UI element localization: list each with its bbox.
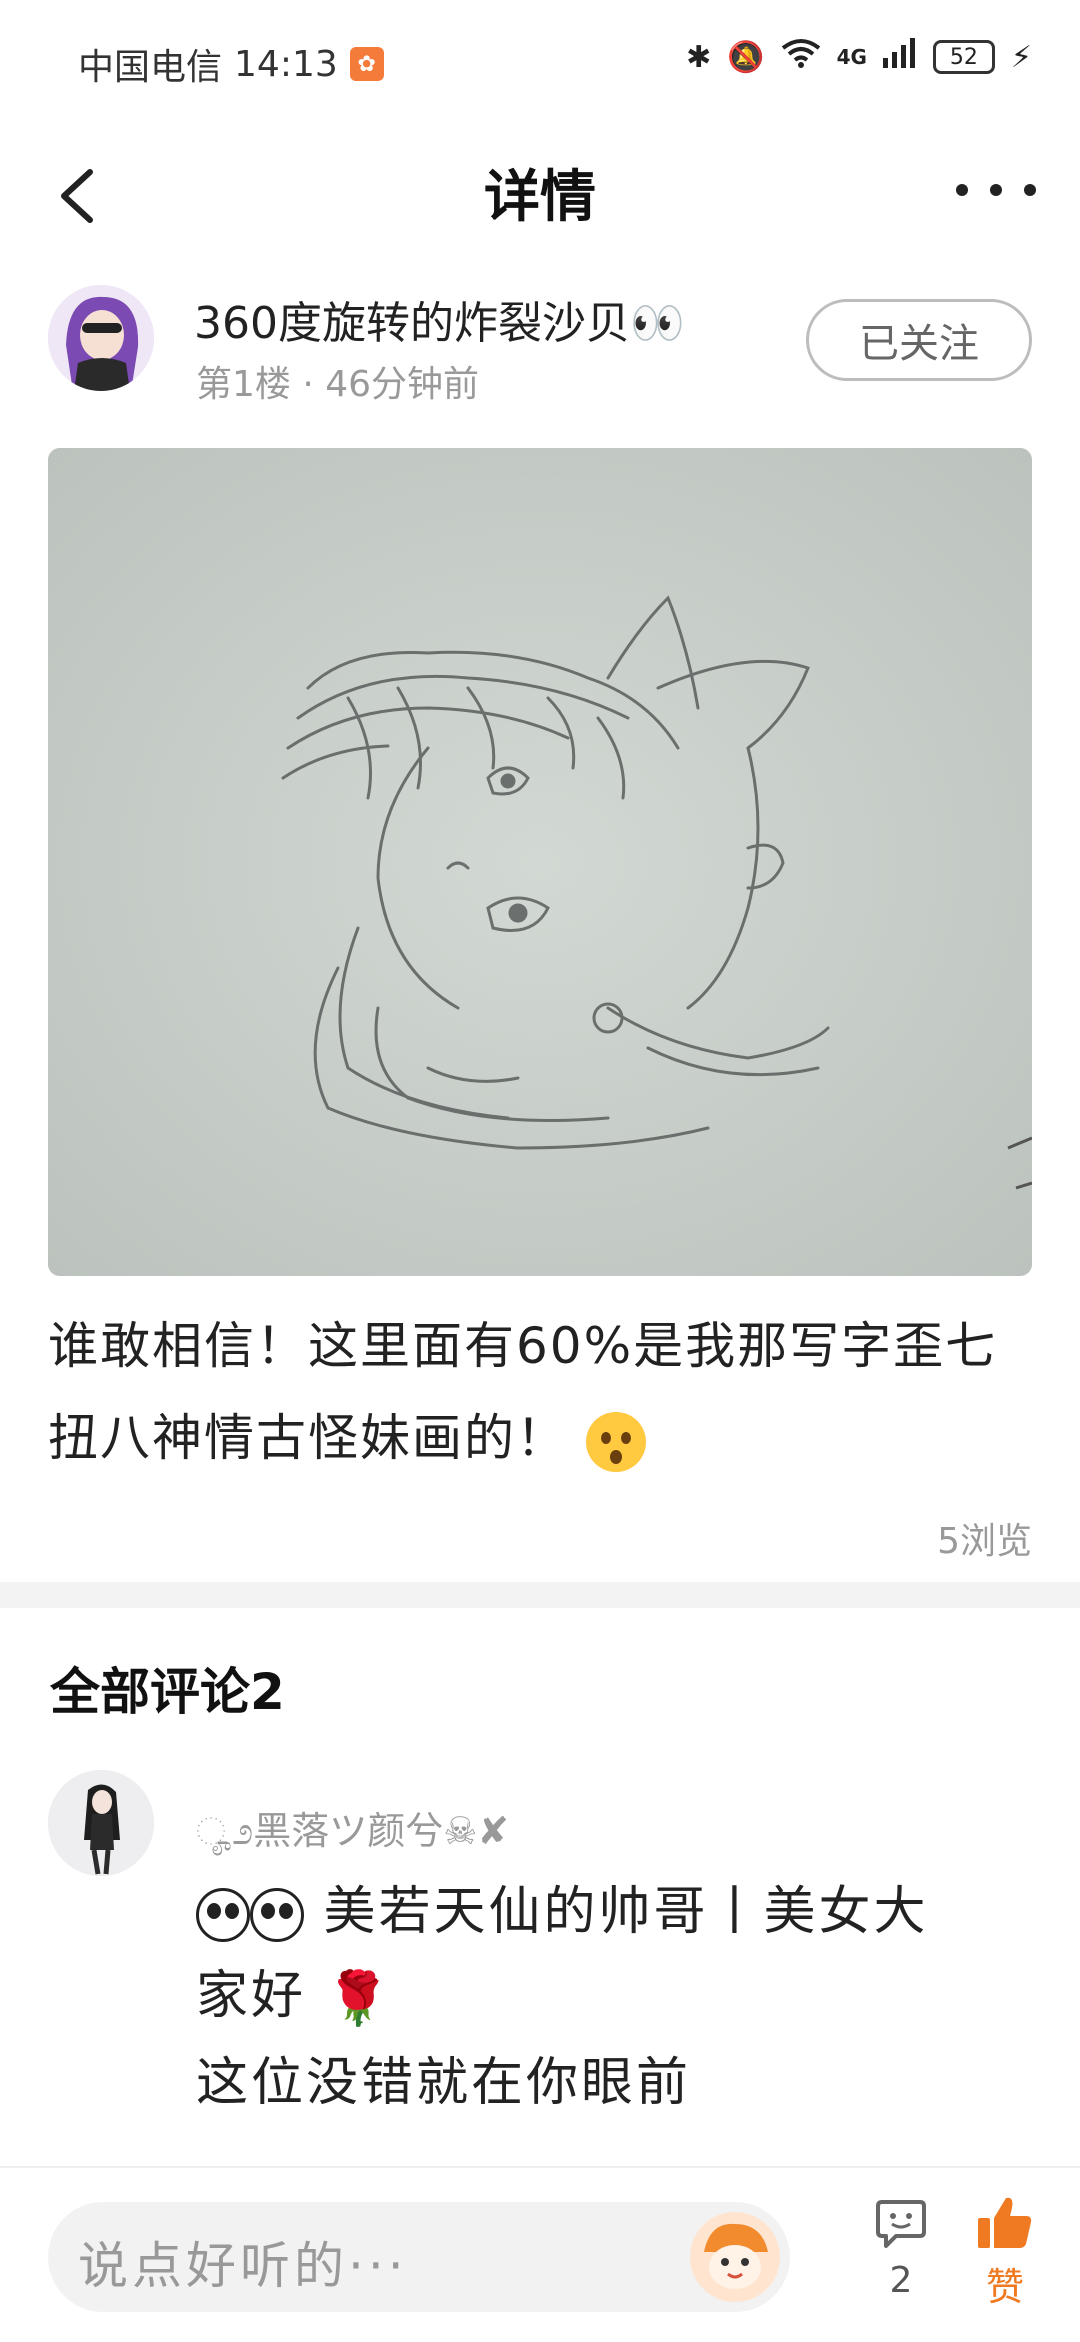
comment-bubble-icon <box>876 2200 926 2248</box>
mascot-emoji-icon[interactable] <box>690 2212 780 2302</box>
view-count: 5浏览 <box>937 1521 1032 1562</box>
author-row: 360度旋转的炸裂沙贝👀 第1楼 · 46分钟前 已关注 <box>48 285 1032 415</box>
mute-icon: 🔕 <box>727 39 765 75</box>
dot-icon <box>990 184 1002 196</box>
comment-line1-wrap: 美若天仙的帅哥丨美女大 <box>196 1870 1032 1954</box>
section-divider <box>0 1582 1080 1608</box>
like-button[interactable]: 赞 <box>970 2194 1040 2311</box>
post-content: 谁敢相信！这里面有60%是我那写字歪七 扭八神情古怪妹画的！ <box>48 1300 1032 1484</box>
comment-input-placeholder: 说点好听的··· <box>78 2237 408 2295</box>
thumbs-up-icon <box>978 2197 1032 2248</box>
nav-header: 详情 <box>0 140 1080 250</box>
app-notification-icon: ✿ <box>349 47 384 81</box>
comment-line2-wrap: 家好 🌹 <box>196 1954 1032 2041</box>
time-ago: 46分钟前 <box>325 364 480 405</box>
pencil-sketch-image <box>48 448 1032 1276</box>
comment-body: 美若天仙的帅哥丨美女大 家好 🌹 这位没错就在你眼前 <box>196 1870 1032 2125</box>
comment-line1: 美若天仙的帅哥丨美女大 <box>323 1882 929 1942</box>
comment-input[interactable]: 说点好听的··· <box>48 2202 790 2312</box>
carrier-label: 中国电信 <box>78 47 223 88</box>
bluetooth-icon: ✱ <box>686 39 712 75</box>
comment-line3: 这位没错就在你眼前 <box>196 2053 692 2113</box>
charging-icon: ⚡ <box>1010 39 1032 75</box>
status-left: 中国电信 14:13 ✿ <box>78 38 384 90</box>
post-image[interactable] <box>48 448 1032 1276</box>
astonished-emoji-icon <box>585 1411 646 1472</box>
more-options-button[interactable] <box>956 170 1036 210</box>
network-type: 4G <box>836 45 867 69</box>
panda-emoji-icon <box>196 1888 250 1942</box>
floor-label: 第1楼 <box>196 364 291 405</box>
author-avatar[interactable] <box>48 285 154 391</box>
post-text-line2-wrap: 扭八神情古怪妹画的！ <box>48 1392 1032 1484</box>
dot-icon <box>1024 184 1036 196</box>
page-title: 详情 <box>484 165 596 230</box>
follow-button[interactable]: 已关注 <box>806 299 1032 381</box>
comment-count: 2 <box>889 2260 913 2301</box>
clock: 14:13 <box>234 43 338 85</box>
comment-count-button[interactable]: 2 <box>866 2198 936 2301</box>
commenter-name[interactable]: ೄ೨黑落ツ颜兮☠✘ <box>196 1800 509 1855</box>
dot-icon <box>956 184 968 196</box>
battery-indicator: 52 <box>932 40 995 74</box>
commenter-avatar[interactable] <box>48 1770 154 1876</box>
meta-separator: · <box>302 364 326 405</box>
like-label: 赞 <box>985 2265 1024 2309</box>
post-meta: 第1楼 · 46分钟前 <box>196 355 479 407</box>
panda-emoji-icon <box>250 1888 304 1942</box>
post-text-line2: 扭八神情古怪妹画的！ <box>48 1409 568 1467</box>
comment-line2: 家好 <box>196 1966 307 2026</box>
bottom-action-bar: 说点好听的··· 2 赞 <box>0 2166 1080 2342</box>
signal-icon <box>882 38 917 76</box>
rose-emoji-icon: 🌹 <box>325 1969 394 2029</box>
wifi-icon <box>781 38 821 76</box>
author-name[interactable]: 360度旋转的炸裂沙贝👀 <box>194 287 685 351</box>
comments-title: 全部评论2 <box>50 1663 285 1721</box>
status-bar: 中国电信 14:13 ✿ ✱ 🔕 4G 52 ⚡ <box>0 0 1080 120</box>
status-right: ✱ 🔕 4G 52 ⚡ <box>686 38 1032 76</box>
post-text-line1: 谁敢相信！这里面有60%是我那写字歪七 <box>48 1317 998 1375</box>
